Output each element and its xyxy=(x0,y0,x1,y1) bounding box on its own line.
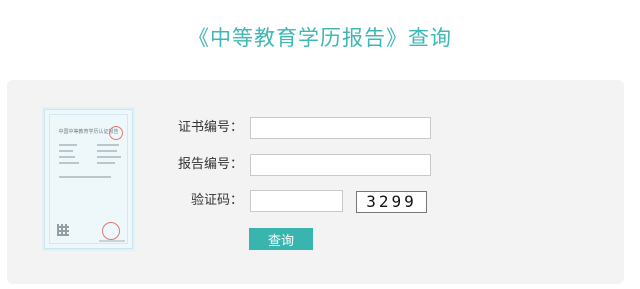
certificate-thumbnail: 中国中等教育学历认证报告 xyxy=(44,109,133,249)
verification-code-label: 验证码： xyxy=(190,193,243,208)
certificate-number-input[interactable] xyxy=(250,117,431,139)
certificate-text-line xyxy=(97,144,119,146)
seal-icon xyxy=(109,126,123,140)
certificate-text-line xyxy=(59,144,77,146)
query-panel: 中国中等教育学历认证报告 xyxy=(7,80,624,284)
qr-code-icon xyxy=(57,224,69,236)
certificate-text-line xyxy=(59,162,79,164)
certificate-text-line xyxy=(97,150,117,152)
certificate-text-line xyxy=(59,156,75,158)
certificate-text-line xyxy=(99,240,125,242)
query-button[interactable]: 查询 xyxy=(249,228,313,250)
certificate-number-label: 证书编号： xyxy=(177,120,243,135)
certificate-text-line xyxy=(59,176,111,178)
certificate-text-line xyxy=(97,156,121,158)
report-number-input[interactable] xyxy=(250,154,431,176)
certificate-text-line xyxy=(97,162,115,164)
captcha-image[interactable]: 3299 xyxy=(356,191,427,213)
certificate-text-line xyxy=(59,150,73,152)
seal-icon xyxy=(102,222,120,240)
report-number-label: 报告编号： xyxy=(177,157,243,172)
verification-code-input[interactable] xyxy=(250,190,343,212)
page-title: 《中等教育学历报告》查询 xyxy=(188,26,452,50)
